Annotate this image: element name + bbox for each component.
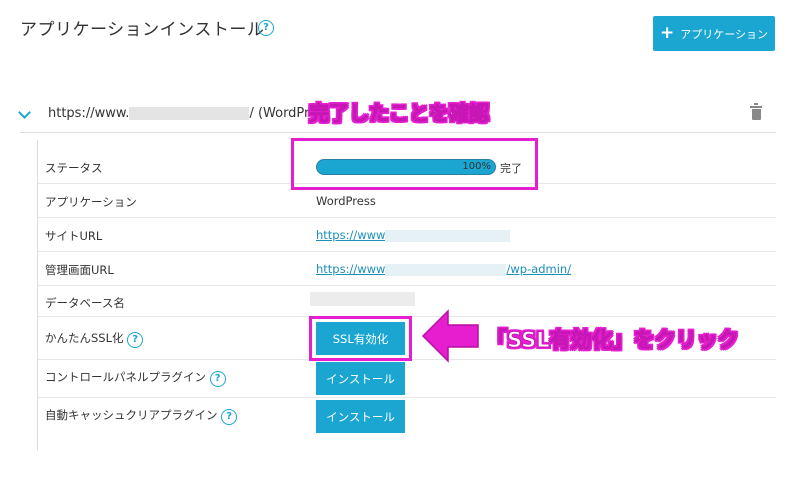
site-url-link[interactable]: https://www [316, 228, 511, 242]
help-icon[interactable]: ? [221, 409, 238, 425]
status-callout: 完了したことを確認 [309, 101, 490, 126]
redacted-database-name [310, 292, 415, 306]
redacted-site-url [385, 229, 511, 242]
application-value: WordPress [316, 194, 376, 208]
application-label: アプリケーション [45, 195, 137, 209]
admin-url-link[interactable]: https://www/wp-admin/ [316, 262, 571, 276]
help-icon[interactable]: ? [127, 332, 144, 348]
help-icon[interactable]: ? [258, 20, 274, 36]
application-url: https://www. / (WordPress [48, 106, 331, 121]
cache-clear-plugin-install-button[interactable]: インストール [316, 400, 405, 433]
help-icon[interactable]: ? [209, 371, 226, 387]
add-application-button[interactable]: + アプリケーション [653, 16, 775, 51]
add-application-label: アプリケーション [680, 27, 769, 41]
ssl-highlight-box [309, 316, 412, 361]
cache-clear-plugin-label: 自動キャッシュクリアプラグイン ? [45, 407, 238, 425]
easy-ssl-label: かんたんSSL化 ? [45, 330, 144, 348]
redacted-domain [129, 107, 250, 120]
plus-icon: + [659, 23, 675, 43]
trash-icon[interactable] [750, 103, 762, 120]
control-panel-plugin-label: コントロールパネルプラグイン ? [45, 369, 226, 387]
site-url-label: サイトURL [45, 229, 103, 243]
redacted-admin-url [385, 263, 507, 276]
page-title: アプリケーションインストール [20, 20, 265, 40]
admin-url-label: 管理画面URL [45, 263, 114, 277]
control-panel-plugin-install-button[interactable]: インストール [316, 362, 405, 395]
ssl-callout: 「SSL有効化」をクリック [486, 328, 740, 353]
status-label: ステータス [45, 161, 103, 175]
database-name-label: データベース名 [45, 296, 125, 310]
status-highlight-box [291, 138, 538, 190]
arrow-left-icon [421, 309, 479, 363]
